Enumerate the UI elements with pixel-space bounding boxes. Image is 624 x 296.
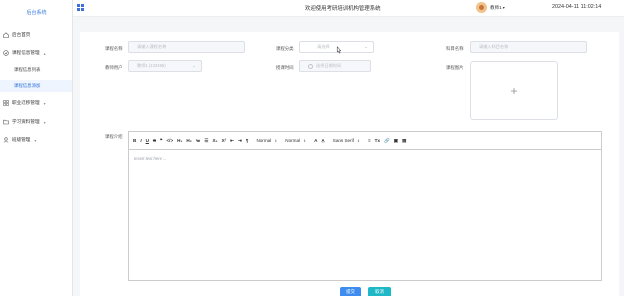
course-icon: [3, 50, 9, 56]
updown-icon: ⇕: [274, 138, 278, 143]
ordered-list-button[interactable]: ≔: [196, 138, 201, 144]
chevron-down-icon: ▾: [43, 100, 46, 106]
teacher-account-select[interactable]: 教师1 (123456) ⌄: [128, 60, 202, 72]
link-button[interactable]: 🔗: [384, 138, 390, 144]
editor-toolbar: B I U S ❝ </> H₁ H₂ ≔ ☰ X₂ X² ⇤ ⇥ ¶ Norm…: [129, 132, 601, 150]
sidebar-item-class-management[interactable]: 班级管理 ▾: [3, 134, 36, 146]
cancel-button[interactable]: 取消: [368, 287, 391, 296]
header-2-button[interactable]: H₂: [186, 138, 191, 143]
course-form-card: 课程名称 请输入课程名称 课程分类 请选择 ⌄ 科目名称 请输入科目名称 教师用…: [80, 32, 619, 296]
folder-icon: [3, 119, 9, 125]
image-button[interactable]: ▣: [394, 138, 398, 144]
avatar[interactable]: [476, 2, 487, 13]
size-select-2-label: Normal: [285, 138, 301, 143]
chevron-down-icon: ▾: [34, 137, 37, 143]
header-1-button[interactable]: H₁: [177, 138, 182, 143]
datetime-display: 2024-04-11 11:02:14: [552, 4, 602, 10]
sidebar-subitem-course-list[interactable]: 课程信息列表: [14, 64, 40, 76]
editor-placeholder[interactable]: Insert text here ...: [134, 156, 167, 161]
subscript-button[interactable]: X₂: [212, 138, 217, 143]
superscript-button[interactable]: X²: [222, 138, 227, 143]
underline-button[interactable]: U: [146, 138, 149, 143]
size-select-1[interactable]: Normal ⇕: [256, 138, 277, 143]
sidebar-item-label: 后台首页: [12, 32, 31, 37]
updown-icon: ⇕: [356, 138, 360, 143]
course-name-label: 课程名称: [105, 46, 123, 51]
align-button[interactable]: ≡: [368, 138, 371, 143]
teacher-account-label: 教师用户: [105, 65, 123, 70]
lecture-time-placeholder: 选择日期时间: [316, 63, 342, 68]
user-name: 教师1: [490, 5, 502, 10]
mouse-pointer-icon: [336, 45, 342, 56]
sidebar: 后台系统 后台首页 课程信息管理 ▴ 课程信息列表 课程信息添加 职业迁移管理 …: [0, 0, 73, 296]
home-icon: [3, 32, 9, 38]
app-root: 后台系统 后台首页 课程信息管理 ▴ 课程信息列表 课程信息添加 职业迁移管理 …: [0, 0, 624, 296]
font-select-label: Sans Serif: [332, 138, 354, 143]
italic-button[interactable]: I: [140, 138, 141, 143]
chevron-down-icon: ⌄: [192, 63, 196, 68]
header-title: 欢迎使用考研培训机构管理系统: [305, 6, 381, 12]
clear-format-button[interactable]: Tx: [375, 138, 380, 143]
chevron-down-icon: ⌄: [364, 44, 368, 49]
course-image-label: 课程图片: [446, 65, 464, 70]
grid-icon: [3, 100, 9, 106]
chevron-down-icon: ▾: [43, 119, 46, 125]
subject-name-input[interactable]: 请输入科目名称: [470, 41, 587, 53]
code-block-button[interactable]: </>: [167, 138, 174, 143]
background-color-button[interactable]: A̲: [321, 138, 324, 143]
chevron-down-icon: ▾: [502, 5, 505, 10]
text-direction-button[interactable]: ¶: [246, 138, 249, 143]
rich-text-editor: B I U S ❝ </> H₁ H₂ ≔ ☰ X₂ X² ⇤ ⇥ ¶ Norm…: [128, 131, 602, 281]
app-logo-text: 后台系统: [26, 10, 47, 16]
clock-icon: [308, 63, 313, 69]
size-select-1-label: Normal: [256, 138, 272, 143]
top-header: 欢迎使用考研培训机构管理系统 教师1▾ 2024-04-11 11:02:14: [73, 0, 624, 17]
sidebar-item-study-materials[interactable]: 学习资料管理 ▾: [3, 116, 46, 128]
indent-button[interactable]: ⇥: [238, 138, 242, 144]
lecture-time-label: 授课时间: [276, 65, 294, 70]
sidebar-item-label: 班级管理: [12, 137, 31, 142]
subject-name-label: 科目名称: [446, 46, 464, 51]
user-icon: [3, 137, 9, 143]
sidebar-item-course-management[interactable]: 课程信息管理 ▴: [3, 47, 46, 59]
course-category-placeholder: 请选择: [317, 44, 330, 49]
course-intro-label: 课程介绍: [105, 134, 123, 139]
submit-button[interactable]: 提交: [340, 287, 361, 296]
updown-icon: ⇕: [303, 138, 307, 143]
user-menu[interactable]: 教师1▾: [490, 5, 505, 11]
outdent-button[interactable]: ⇤: [230, 138, 234, 144]
menu-grid-icon[interactable]: [77, 4, 84, 11]
chevron-up-icon: ▴: [43, 50, 46, 56]
sidebar-subitem-course-add[interactable]: 课程信息添加: [0, 80, 72, 92]
bullet-list-button[interactable]: ☰: [204, 138, 208, 144]
size-select-2[interactable]: Normal ⇕: [285, 138, 306, 143]
sidebar-item-career-transfer[interactable]: 职业迁移管理 ▾: [3, 97, 46, 109]
course-name-input[interactable]: 请输入课程名称: [128, 41, 245, 53]
strike-button[interactable]: S: [153, 138, 156, 143]
text-color-button[interactable]: A: [314, 138, 317, 143]
sidebar-item-home[interactable]: 后台首页: [3, 29, 30, 41]
sidebar-item-label: 职业迁移管理: [12, 100, 40, 105]
font-select[interactable]: Sans Serif ⇕: [333, 138, 360, 143]
lecture-time-picker[interactable]: 选择日期时间: [299, 60, 371, 72]
teacher-account-value: 教师1 (123456): [137, 63, 166, 68]
plus-icon: +: [510, 83, 518, 98]
blockquote-button[interactable]: ❝: [160, 138, 162, 144]
sidebar-item-label: 学习资料管理: [12, 119, 40, 124]
sidebar-item-label: 课程信息管理: [12, 50, 40, 55]
course-category-label: 课程分类: [276, 46, 294, 51]
image-upload-area[interactable]: +: [470, 61, 558, 120]
bold-button[interactable]: B: [133, 138, 136, 143]
video-button[interactable]: ▤: [402, 138, 406, 144]
